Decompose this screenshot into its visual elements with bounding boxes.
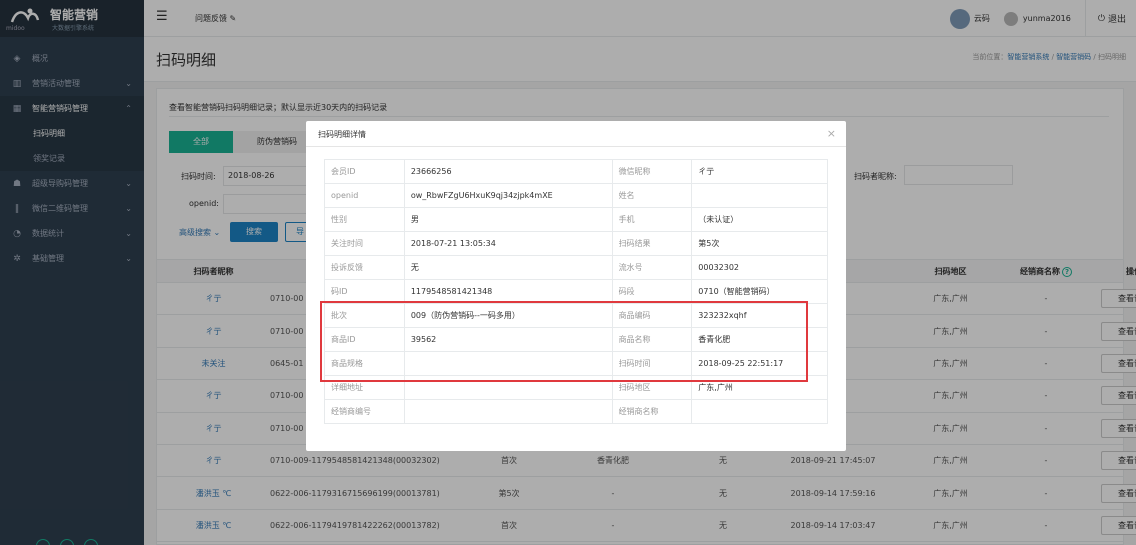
detail-modal: 扫码明细详情 × 会员ID 23666256 微信昵称 ㄔ亍 openid ow_RbwF… [306, 121, 846, 451]
detail-row: 会员ID 23666256 微信昵称 ㄔ亍 [324, 159, 828, 184]
detail-key: 码ID [324, 279, 405, 304]
detail-row: 码ID 1179548581421348 码段 0710（智能营销码） [324, 279, 828, 304]
modal-title: 扫码明细详情 [318, 130, 366, 139]
detail-key: 手机 [611, 207, 693, 232]
detail-value: 23666256 [403, 159, 613, 184]
detail-row: 性别男手机 （未认证） [324, 207, 828, 232]
detail-value: 男 [403, 207, 613, 232]
detail-value: 00032302 [691, 255, 828, 280]
detail-key: 关注时间 [324, 231, 405, 256]
detail-value [403, 399, 613, 424]
detail-value: 第5次 [691, 231, 828, 256]
detail-value: ㄔ亍 [691, 159, 828, 184]
detail-key: 投诉反馈 [324, 255, 405, 280]
detail-row: 关注时间 2018-07-21 13:05:34 扫码结果 第5次 [324, 231, 828, 256]
detail-value: ow_RbwFZgU6HxuK9qj34zjpk4mXE [403, 183, 613, 208]
detail-key: 经销商名称 [611, 399, 693, 424]
detail-key: openid [324, 183, 405, 208]
detail-key: 经销商编号 [324, 399, 405, 424]
detail-value: 2018-07-21 13:05:34 [403, 231, 613, 256]
detail-row: 经销商编号 经销商名称 [324, 399, 828, 424]
highlight-box [320, 301, 808, 382]
detail-key: 流水号 [611, 255, 693, 280]
detail-table: 会员ID 23666256 微信昵称 ㄔ亍 openid ow_RbwFZgU6HxuK9… [324, 159, 828, 424]
detail-value: 0710（智能营销码） [691, 279, 828, 304]
detail-value: （未认证） [691, 207, 828, 232]
detail-value: 1179548581421348 [403, 279, 613, 304]
detail-row: openid ow_RbwFZgU6HxuK9qj34zjpk4mXE 姓名 [324, 183, 828, 208]
detail-value: 无 [403, 255, 613, 280]
detail-key: 扫码结果 [611, 231, 693, 256]
detail-key: 性别 [324, 207, 405, 232]
detail-key: 姓名 [611, 183, 693, 208]
detail-value [691, 399, 828, 424]
detail-key: 码段 [611, 279, 693, 304]
detail-key: 微信昵称 [611, 159, 693, 184]
detail-key: 会员ID [324, 159, 405, 184]
detail-row: 投诉反馈无流水号 00032302 [324, 255, 828, 280]
detail-value [691, 183, 828, 208]
close-icon[interactable]: × [827, 127, 836, 140]
